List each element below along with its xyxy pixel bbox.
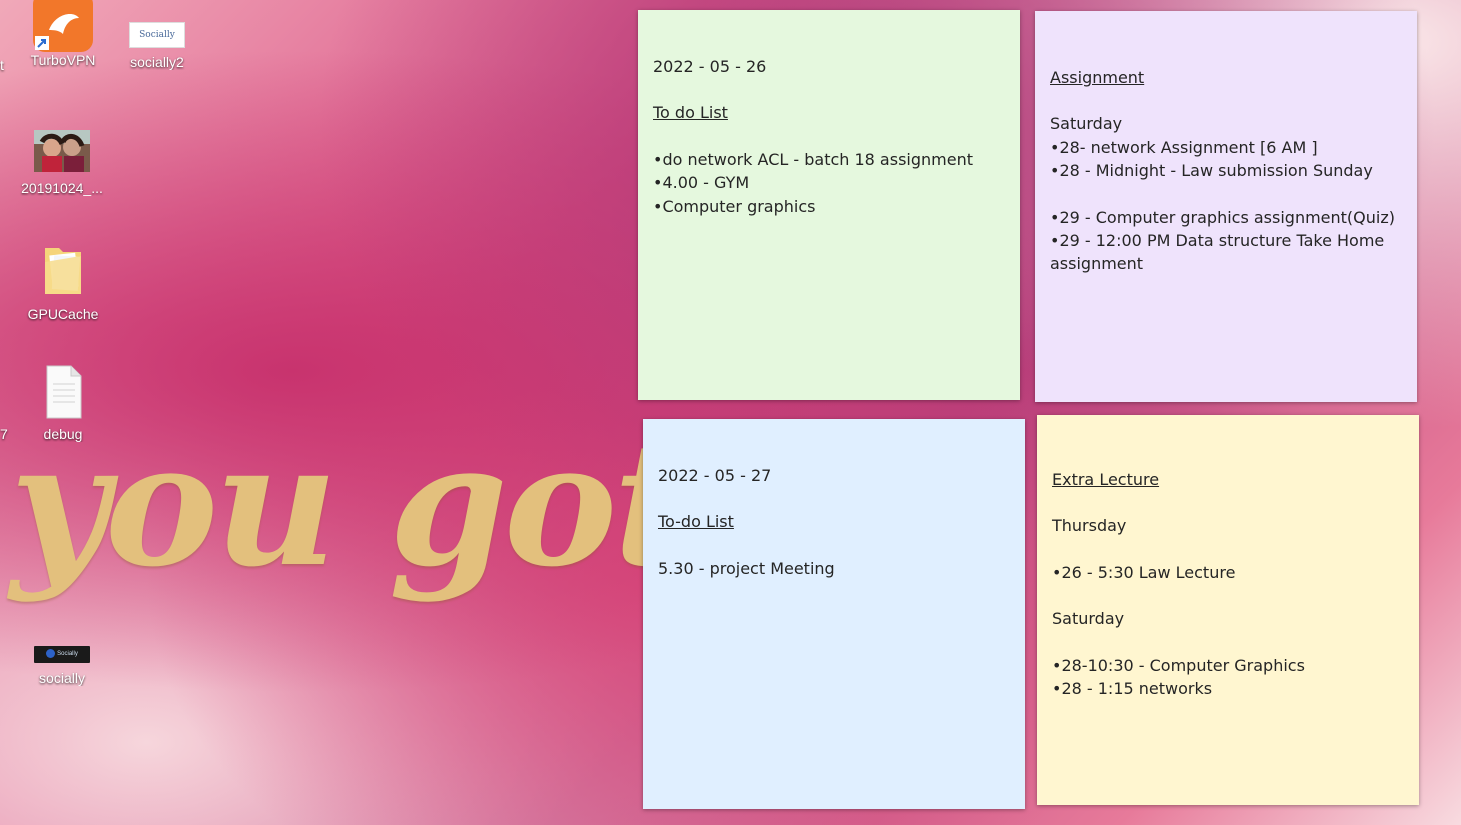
socially-logo-icon: Socially [34,646,90,666]
note-bullet-item: 28-10:30 - Computer Graphics [1052,654,1404,677]
desktop-icon-socially2[interactable]: Socially socially2 [112,22,202,70]
socially-logo-icon: Socially [129,22,185,50]
note-bullet-item: 28 - Midnight - Law submission Sunday [1050,159,1402,182]
photo-thumbnail-icon [34,130,90,172]
note-heading: Extra Lecture [1052,470,1160,489]
desktop-icon-photo[interactable]: 20191024_... [17,130,107,196]
note-day: Saturday [1052,609,1125,629]
note-day: Saturday [1050,114,1123,134]
desktop-icon-socially[interactable]: Socially socially [17,646,107,686]
desktop-icon-label: 20191024_... [21,180,103,196]
note-date: 2022 - 05 - 26 [653,57,767,76]
edge-char: 7 [0,426,8,442]
desktop-icon-turbovpn[interactable]: TurboVPN [18,0,108,68]
desktop-icon-label: socially [39,670,85,686]
note-date: 2022 - 05 - 27 [658,466,772,485]
note-day: Thursday [1052,516,1127,536]
sticky-note[interactable]: Assignment Saturday 28- network Assignme… [1035,11,1417,402]
note-bullet-item: 26 - 5:30 Law Lecture [1052,561,1404,584]
note-bullet-item: 4.00 - GYM [653,171,1005,194]
note-bullet-item: 29 - Computer graphics assignment(Quiz) [1050,206,1402,229]
note-bullet-item: Computer graphics [653,195,1005,218]
sticky-note[interactable]: 2022 - 05 - 27 To-do List 5.30 - project… [643,419,1025,809]
folder-icon [39,242,87,298]
sticky-note[interactable]: Extra Lecture Thursday 26 - 5:30 Law Lec… [1037,415,1419,805]
note-bullet-item: 29 - 12:00 PM Data structure Take Home a… [1050,229,1402,276]
desktop-icon-label: socially2 [130,54,184,70]
note-heading: To do List [653,103,728,123]
desktop-icon-label: GPUCache [27,306,99,322]
note-line: 5.30 - project Meeting [658,558,835,578]
desktop-icon-debug[interactable]: debug [18,364,108,442]
note-bullet-item: do network ACL - batch 18 assignment [653,148,1005,171]
desktop-icon-gpucache[interactable]: GPUCache [18,242,108,322]
turbovpn-icon [33,0,93,52]
note-bullet-item: 28- network Assignment [6 AM ] [1050,136,1402,159]
desktop-icon-label: TurboVPN [30,52,96,68]
desktop-icon-label: debug [43,426,83,442]
wallpaper-script-text: you got [10,405,692,605]
note-bullet-item: 28 - 1:15 networks [1052,677,1404,700]
note-heading: Assignment [1050,68,1145,87]
text-file-icon [39,364,87,420]
sticky-note[interactable]: 2022 - 05 - 26 To do List do network ACL… [638,10,1020,400]
edge-char: t [0,57,4,73]
note-heading: To-do List [658,512,734,532]
